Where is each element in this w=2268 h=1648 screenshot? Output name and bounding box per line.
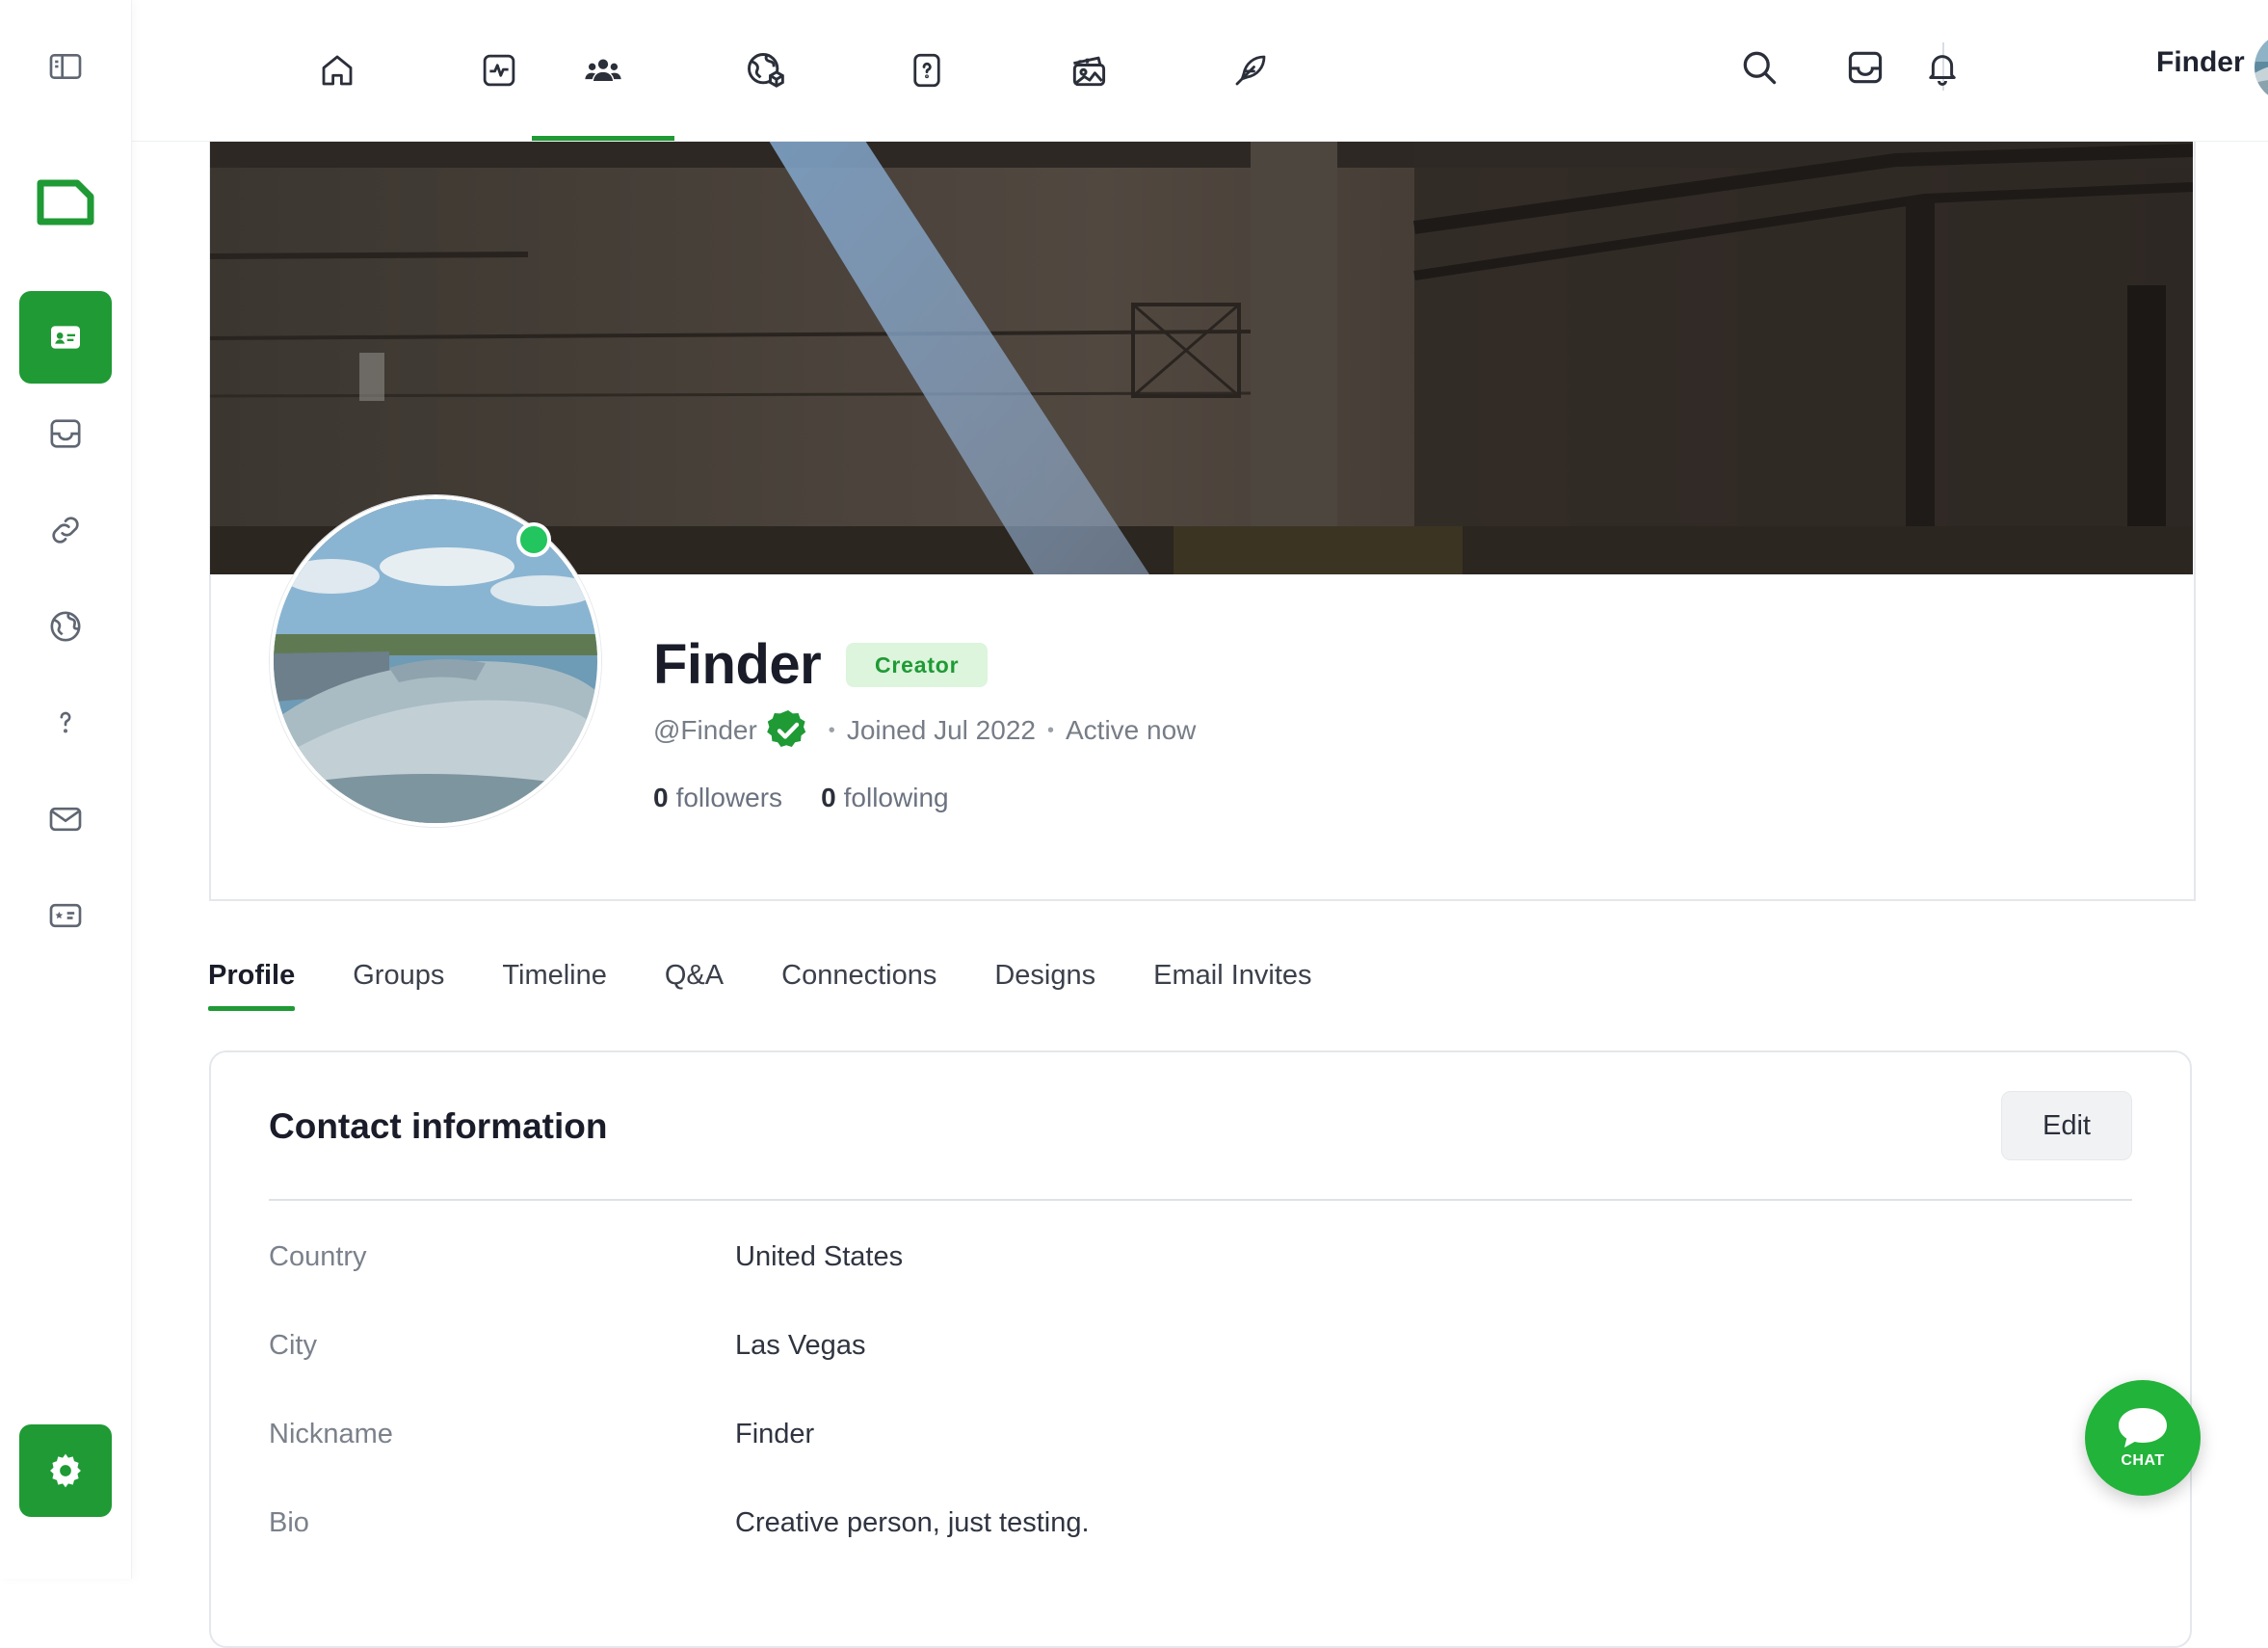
followers-label: followers xyxy=(675,783,783,812)
tab-profile[interactable]: Profile xyxy=(208,952,296,1016)
meta-separator: • xyxy=(828,719,835,741)
chat-label: CHAT xyxy=(2121,1452,2165,1469)
profile-meta: @Finder • Joined Jul 2022 • Active now xyxy=(653,709,1196,752)
sidebar-item-profile[interactable] xyxy=(19,291,112,384)
star-card-icon xyxy=(46,896,85,935)
meta-separator: • xyxy=(1046,719,1054,741)
info-label: City xyxy=(269,1330,317,1361)
sidebar-item-links[interactable] xyxy=(19,484,112,576)
gear-icon xyxy=(44,1449,87,1492)
sidebar-toggle-icon xyxy=(46,47,85,86)
search-button[interactable] xyxy=(1734,42,1784,93)
members-icon xyxy=(582,49,624,92)
globe-icon xyxy=(46,607,85,646)
sidebar-item-inbox[interactable] xyxy=(19,387,112,480)
info-value: Las Vegas xyxy=(735,1330,866,1361)
bell-icon xyxy=(1922,47,1963,88)
mail-icon xyxy=(46,800,85,838)
joined-date: Joined Jul 2022 xyxy=(846,715,1036,745)
chat-bubble-icon xyxy=(2116,1406,2170,1450)
following-link[interactable]: 0 following xyxy=(821,783,949,813)
activity-icon xyxy=(479,50,519,91)
notifications-button[interactable] xyxy=(1917,42,1967,93)
id-card-icon xyxy=(46,318,85,357)
chat-button[interactable]: CHAT xyxy=(2085,1380,2201,1496)
sidebar-toggle-button[interactable] xyxy=(19,20,112,113)
settings-button[interactable] xyxy=(19,1424,112,1517)
contact-information-card: Contact information Edit Country United … xyxy=(209,1050,2192,1648)
search-icon xyxy=(1738,46,1780,89)
divider xyxy=(269,1199,2132,1201)
nav-tab-qa[interactable] xyxy=(856,0,998,141)
info-label: Nickname xyxy=(269,1419,393,1449)
profile-name: Finder xyxy=(653,633,822,696)
cover-image xyxy=(210,141,2193,574)
inbox-button[interactable] xyxy=(1840,42,1890,93)
tab-timeline[interactable]: Timeline xyxy=(502,952,607,1016)
info-value: Creative person, just testing. xyxy=(735,1507,1090,1538)
link-icon xyxy=(46,511,85,549)
following-count: 0 xyxy=(821,783,836,812)
info-value: Finder xyxy=(735,1419,815,1449)
nav-tab-members[interactable] xyxy=(532,0,674,141)
nav-tab-explore[interactable] xyxy=(694,0,836,141)
feather-icon xyxy=(1230,50,1271,91)
gallery-icon xyxy=(1068,49,1110,92)
profile-avatar[interactable] xyxy=(270,495,601,827)
follow-stats: 0 followers 0 following xyxy=(653,783,988,813)
edit-button[interactable]: Edit xyxy=(2001,1091,2132,1160)
tab-groups[interactable]: Groups xyxy=(353,952,444,1016)
info-value: United States xyxy=(735,1241,904,1272)
tab-designs[interactable]: Designs xyxy=(994,952,1095,1016)
role-badge: Creator xyxy=(846,643,989,687)
sidebar-item-explore[interactable] xyxy=(19,580,112,673)
followers-link[interactable]: 0 followers xyxy=(653,783,782,813)
user-menu-name[interactable]: Finder xyxy=(2156,46,2245,79)
nav-tab-blog[interactable] xyxy=(1179,0,1322,141)
activity-status: Active now xyxy=(1065,715,1197,745)
inbox-icon xyxy=(1844,46,1886,89)
online-status-dot xyxy=(516,522,551,557)
tab-email-invites[interactable]: Email Invites xyxy=(1153,952,1311,1016)
tab-qa[interactable]: Q&A xyxy=(665,952,724,1016)
section-title: Contact information xyxy=(269,1106,608,1146)
info-label: Bio xyxy=(269,1507,309,1538)
home-icon xyxy=(317,50,357,91)
tab-connections[interactable]: Connections xyxy=(781,952,936,1016)
verified-icon xyxy=(765,707,811,754)
profile-tabs: Profile Groups Timeline Q&A Connections … xyxy=(208,952,1370,1016)
nav-tab-home[interactable] xyxy=(266,0,409,141)
logo-icon[interactable] xyxy=(35,179,96,229)
sidebar-item-messages[interactable] xyxy=(19,773,112,865)
avatar[interactable] xyxy=(2255,33,2268,102)
left-sidebar xyxy=(0,0,132,1579)
globe-icon xyxy=(744,49,786,92)
info-label: Country xyxy=(269,1241,367,1272)
profile-handle: @Finder xyxy=(653,715,757,745)
question-icon xyxy=(907,50,947,91)
inbox-icon xyxy=(46,414,85,453)
sidebar-item-help[interactable] xyxy=(19,677,112,769)
sidebar-item-badges[interactable] xyxy=(19,869,112,962)
top-navigation: Finder xyxy=(131,0,2268,142)
followers-count: 0 xyxy=(653,783,669,812)
nav-tab-gallery[interactable] xyxy=(1017,0,1160,141)
question-icon xyxy=(46,704,85,742)
following-label: following xyxy=(843,783,949,812)
